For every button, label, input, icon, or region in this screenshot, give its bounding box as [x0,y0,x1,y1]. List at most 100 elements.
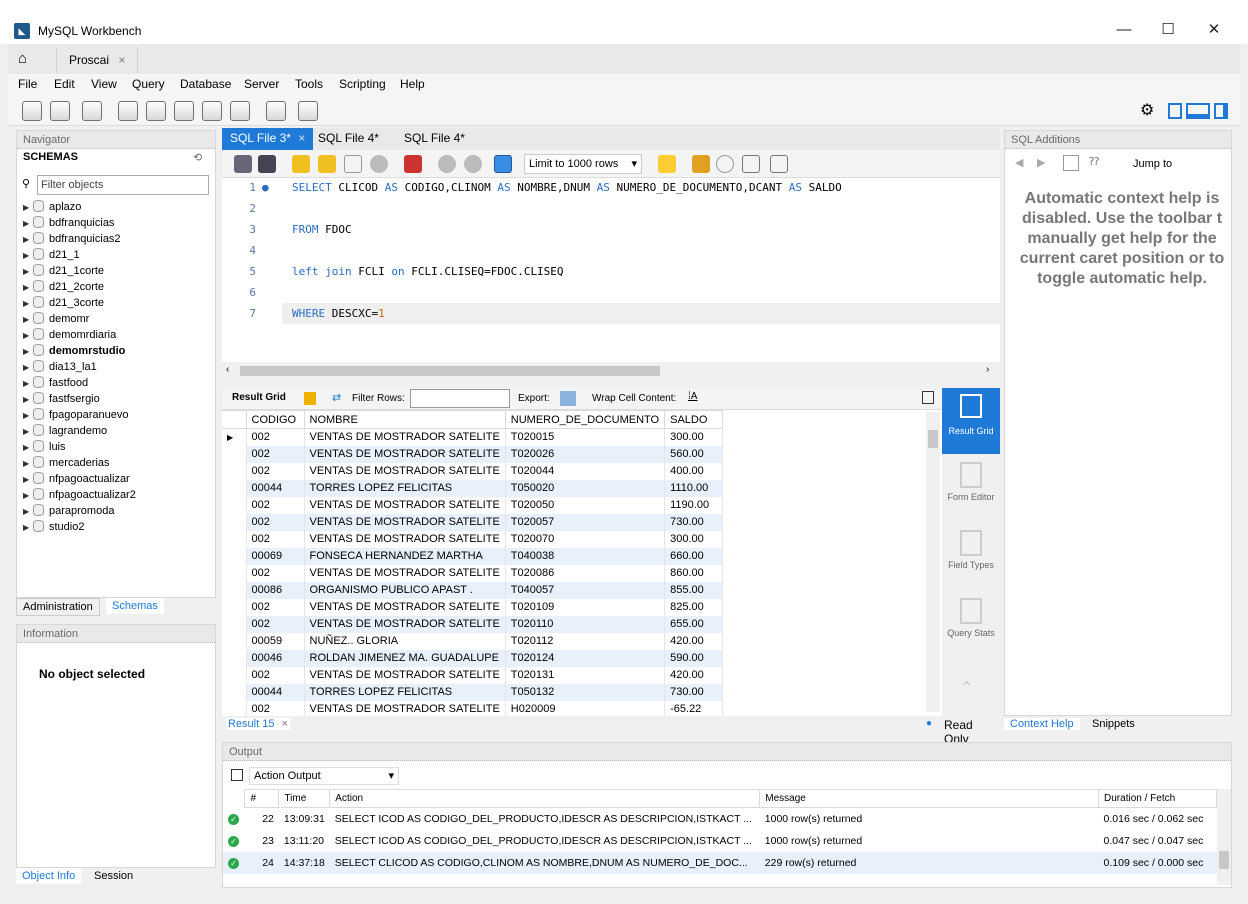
menu-help[interactable]: Help [400,77,425,91]
schema-item[interactable]: ▶ lagrandemo [23,423,107,439]
table-cell[interactable]: VENTAS DE MOSTRADOR SATELITE [304,428,506,446]
expand-icon[interactable]: ▶ [23,248,33,264]
table-cell[interactable]: T040057 [505,581,666,599]
stop-icon[interactable] [370,155,388,173]
table-cell[interactable]: 1110.00 [664,479,724,497]
table-cell[interactable]: 002 [246,445,305,463]
column-header[interactable]: NOMBRE [303,410,506,429]
table-row[interactable]: 00086 ORGANISMO PUBLICO APAST . T040057 855… [222,581,724,599]
table-cell[interactable]: VENTAS DE MOSTRADOR SATELITE [304,530,506,548]
inspector-icon[interactable] [82,101,102,121]
expand-icon[interactable]: ▶ [23,520,33,536]
open-file-icon[interactable] [234,155,252,173]
refresh-icon[interactable]: ⇄ [332,391,341,404]
table-row[interactable]: 002 VENTAS DE MOSTRADOR SATELITE T020044 40… [222,462,724,480]
close-tab-icon[interactable]: × [282,718,288,730]
table-cell[interactable]: 00044 [246,479,305,497]
table-cell[interactable]: 002 [246,513,305,531]
column-header[interactable]: CODIGO [245,410,305,429]
tab-sql-file-4-b[interactable]: SQL File 4* [396,128,473,150]
grid-vertical-scrollbar[interactable] [926,412,940,712]
find-icon[interactable] [716,155,734,173]
table-cell[interactable]: 400.00 [664,462,724,480]
schema-item[interactable]: ▶ d21_3corte [23,295,104,311]
table-cell[interactable]: 00046 [246,649,305,667]
wrap-lines-icon[interactable] [770,155,788,173]
table-cell[interactable]: T020110 [505,615,666,633]
scroll-thumb[interactable] [240,366,660,376]
table-row[interactable]: 002 VENTAS DE MOSTRADOR SATELITE T020131 42… [222,666,724,684]
connection-tab[interactable]: Proscai × [56,47,139,73]
schema-item[interactable]: ▶ luis [23,439,66,455]
expand-icon[interactable]: ▶ [23,216,33,232]
schema-item[interactable]: ▶ bdfranquicias2 [23,231,121,247]
schema-item[interactable]: ▶ aplazo [23,199,81,215]
toggle-panel-icon[interactable] [922,391,934,404]
table-cell[interactable]: 002 [246,462,305,480]
create-function-icon[interactable] [230,101,250,121]
table-cell[interactable]: NUÑEZ.. GLORIA [304,632,506,650]
schema-item[interactable]: ▶ parapromoda [23,503,114,519]
table-cell[interactable]: VENTAS DE MOSTRADOR SATELITE [304,598,506,616]
table-cell[interactable]: T020124 [505,649,666,667]
scroll-right-icon[interactable]: › [986,364,989,375]
table-row[interactable]: ▶ 002 VENTAS DE MOSTRADOR SATELITE T020015 3… [222,428,724,446]
table-cell[interactable]: VENTAS DE MOSTRADOR SATELITE [304,462,506,480]
table-cell[interactable]: T020015 [505,428,666,446]
menu-server[interactable]: Server [244,77,279,91]
table-cell[interactable]: T020057 [505,513,666,531]
expand-icon[interactable]: ▶ [23,280,33,296]
result-grid-view-button[interactable]: Result Grid [942,388,1000,454]
table-cell[interactable]: 002 [246,666,305,684]
settings-icon[interactable]: ⚙ [1140,100,1154,120]
grid-icon[interactable] [304,392,316,405]
table-cell[interactable]: 660.00 [664,547,724,565]
expand-icon[interactable]: ▶ [23,200,33,216]
table-row[interactable]: 002 VENTAS DE MOSTRADOR SATELITE T020109 82… [222,598,724,616]
table-cell[interactable]: VENTAS DE MOSTRADOR SATELITE [304,700,506,716]
table-cell[interactable]: 590.00 [664,649,724,667]
table-cell[interactable]: ROLDAN JIMENEZ MA. GUADALUPE [304,649,506,667]
menu-tools[interactable]: Tools [295,77,323,91]
table-cell[interactable]: T020050 [505,496,666,514]
toggle-output-icon[interactable] [1186,103,1210,119]
expand-icon[interactable]: ▶ [23,392,33,408]
expand-icon[interactable]: ▶ [23,296,33,312]
table-cell[interactable]: 002 [246,530,305,548]
table-cell[interactable]: 825.00 [664,598,724,616]
schema-item[interactable]: ▶ dia13_la1 [23,359,97,375]
column-header[interactable]: # [244,789,280,808]
table-cell[interactable]: 00044 [246,683,305,701]
table-cell[interactable]: VENTAS DE MOSTRADOR SATELITE [304,513,506,531]
menu-view[interactable]: View [91,77,117,91]
table-cell[interactable]: VENTAS DE MOSTRADOR SATELITE [304,666,506,684]
table-cell[interactable]: T020086 [505,564,666,582]
query-stats-view-button[interactable]: Query Stats [942,596,1000,656]
autocommit-icon[interactable] [494,155,512,173]
filter-objects-input[interactable]: Filter objects [37,175,209,195]
table-cell[interactable]: T020131 [505,666,666,684]
export-icon[interactable] [560,391,576,406]
invisible-chars-icon[interactable] [742,155,760,173]
refresh-schemas-icon[interactable]: ⟲ [193,151,202,164]
tab-sql-file-3[interactable]: SQL File 3* × [222,128,314,150]
manual-help-icon[interactable] [1063,155,1079,171]
schema-item[interactable]: ▶ d21_2corte [23,279,104,295]
toggle-error-icon[interactable] [404,155,422,173]
menu-scripting[interactable]: Scripting [339,77,386,91]
schema-item[interactable]: ▶ demomr [23,311,89,327]
scroll-thumb[interactable] [928,430,938,448]
reconnect-icon[interactable] [298,101,318,121]
table-cell[interactable]: 002 [246,598,305,616]
expand-icon[interactable]: ▶ [23,424,33,440]
tab-snippets[interactable]: Snippets [1088,718,1139,730]
close-button[interactable]: ✕ [1194,16,1234,44]
table-cell[interactable]: T020109 [505,598,666,616]
table-row[interactable]: 00044 TORRES LOPEZ FELICITAS T050020 1110.0… [222,479,724,497]
table-cell[interactable]: 855.00 [664,581,724,599]
expand-icon[interactable]: ▶ [23,328,33,344]
auto-help-icon[interactable]: ⁇ [1089,155,1099,168]
execute-icon[interactable] [292,155,310,173]
schema-item[interactable]: ▶ mercaderias [23,455,110,471]
table-row[interactable]: 00044 TORRES LOPEZ FELICITAS T050132 730.00 [222,683,724,701]
